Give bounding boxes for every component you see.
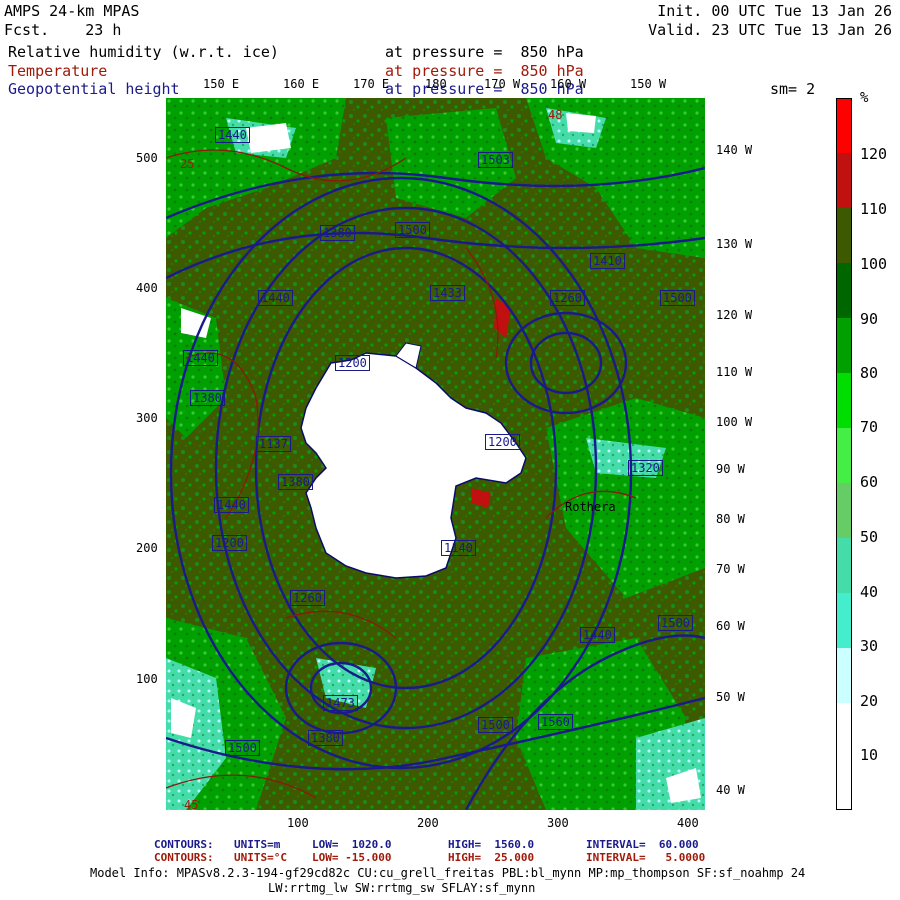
height-contour-label: 1503 <box>478 152 513 168</box>
init-time: Init. 00 UTC Tue 13 Jan 26 <box>657 2 892 20</box>
colorbar-label: 20 <box>860 692 879 710</box>
colorbar-label: 50 <box>860 528 879 546</box>
lon-label-top: 150 W <box>630 77 667 91</box>
colorbar-label: 10 <box>860 746 879 764</box>
y-tick: 100 <box>136 672 158 686</box>
field-temp-name: Temperature <box>8 62 108 80</box>
height-contour-label: 1440 <box>258 290 293 306</box>
height-contour-label: 1500 <box>660 290 695 306</box>
lon-label-right: 90 W <box>716 462 745 476</box>
colorbar-label: 30 <box>860 637 879 655</box>
height-contour-label: 1140 <box>441 540 476 556</box>
y-tick: 500 <box>136 151 158 165</box>
height-contour-label: 1137 <box>256 436 291 452</box>
height-contour-label: 1200 <box>212 535 247 551</box>
height-contour-label: 1260 <box>550 290 585 306</box>
valid-time: Valid. 23 UTC Tue 13 Jan 26 <box>648 21 892 39</box>
height-contour-label: 1260 <box>290 590 325 606</box>
map-panel <box>166 98 705 810</box>
contours-temp-label: CONTOURS: <box>154 851 214 864</box>
contours-temp-low: LOW= -15.000 <box>312 851 392 864</box>
x-tick: 100 <box>287 816 309 830</box>
contours-height-label: CONTOURS: <box>154 838 214 851</box>
lon-label-right: 60 W <box>716 619 745 633</box>
contours-height-interval: INTERVAL= 60.000 <box>586 838 699 851</box>
lon-label-right: 130 W <box>716 237 753 251</box>
colorbar-label: 40 <box>860 583 879 601</box>
colorbar-label: 70 <box>860 418 879 436</box>
height-contour-label: 1200 <box>485 434 520 450</box>
lon-label-right: 80 W <box>716 512 745 526</box>
lon-label-top: 170 W <box>484 77 521 91</box>
height-contour-label: 1440 <box>183 350 218 366</box>
y-tick: 300 <box>136 411 158 425</box>
lon-label-top: 170 E <box>353 77 390 91</box>
height-contour-label: 1500 <box>395 222 430 238</box>
contours-temp-units: UNITS=°C <box>234 851 287 864</box>
contours-temp-high: HIGH= 25.000 <box>448 851 535 864</box>
model-info: Model Info: MPASv8.2.3-194-gf29cd82c CU:… <box>90 866 806 880</box>
lon-label-right: 100 W <box>716 415 753 429</box>
field-rh-name: Relative humidity (w.r.t. ice) <box>8 43 279 61</box>
colorbar-label: 100 <box>860 255 888 273</box>
lon-label-top: 160 W <box>550 77 587 91</box>
colorbar-label: 90 <box>860 310 879 328</box>
lon-label-right: 50 W <box>716 690 745 704</box>
colorbar-label: 120 <box>860 145 888 163</box>
colorbar <box>836 98 852 810</box>
smoothing-label: sm= 2 <box>770 80 816 98</box>
height-contour-label: 1410 <box>590 253 625 269</box>
height-contour-label: 1200 <box>335 355 370 371</box>
colorbar-unit: % <box>860 90 869 106</box>
contours-height-high: HIGH= 1560.0 <box>448 838 535 851</box>
model-title: AMPS 24-km MPAS <box>4 2 140 20</box>
height-contour-label: 1380 <box>278 474 313 490</box>
x-tick: 300 <box>547 816 569 830</box>
height-contour-label: 1440 <box>580 627 615 643</box>
temperature-label: 48 <box>548 108 563 122</box>
colorbar-label: 110 <box>860 200 888 218</box>
contours-height-units: UNITS=m <box>234 838 281 851</box>
lon-label-top: 180 <box>425 77 447 91</box>
lon-label-right: 110 W <box>716 365 753 379</box>
height-contour-label: 1560 <box>538 714 573 730</box>
y-tick: 200 <box>136 541 158 555</box>
height-contour-label: 1440 <box>215 127 250 143</box>
height-contour-label: 1500 <box>225 740 260 756</box>
field-height-name: Geopotential height <box>8 80 180 98</box>
station-label: Rothera <box>565 500 616 514</box>
height-contour-label: 1380 <box>308 730 343 746</box>
y-tick: 400 <box>136 281 158 295</box>
lon-label-top: 150 E <box>203 77 240 91</box>
height-contour-label: 1500 <box>478 717 513 733</box>
lon-label-right: 120 W <box>716 308 753 322</box>
height-contour-label: 1440 <box>214 497 249 513</box>
contours-temp-interval: INTERVAL= 5.0000 <box>586 851 706 864</box>
x-tick: 400 <box>677 816 699 830</box>
temperature-label: 45 <box>184 798 199 812</box>
temperature-label: 25 <box>180 157 195 171</box>
forecast-hour: Fcst. 23 h <box>4 21 122 39</box>
lon-label-top: 160 E <box>283 77 320 91</box>
lon-label-right: 40 W <box>716 783 745 797</box>
lon-label-right: 70 W <box>716 562 745 576</box>
height-contour-label: 1320 <box>628 460 663 476</box>
contours-height-low: LOW= 1020.0 <box>312 838 392 851</box>
lon-label-right: 140 W <box>716 143 753 157</box>
colorbar-label: 80 <box>860 364 879 382</box>
colorbar-label: 60 <box>860 473 879 491</box>
height-contour-label: 1433 <box>430 285 465 301</box>
height-contour-label: 1380 <box>320 225 355 241</box>
height-contour-label: 1500 <box>658 615 693 631</box>
field-rh-level: at pressure = 850 hPa <box>385 43 584 61</box>
height-contour-label: 1473 <box>323 695 358 711</box>
model-info-2: LW:rrtmg_lw SW:rrtmg_sw SFLAY:sf_mynn <box>268 881 536 895</box>
height-contour-label: 1380 <box>190 390 225 406</box>
x-tick: 200 <box>417 816 439 830</box>
